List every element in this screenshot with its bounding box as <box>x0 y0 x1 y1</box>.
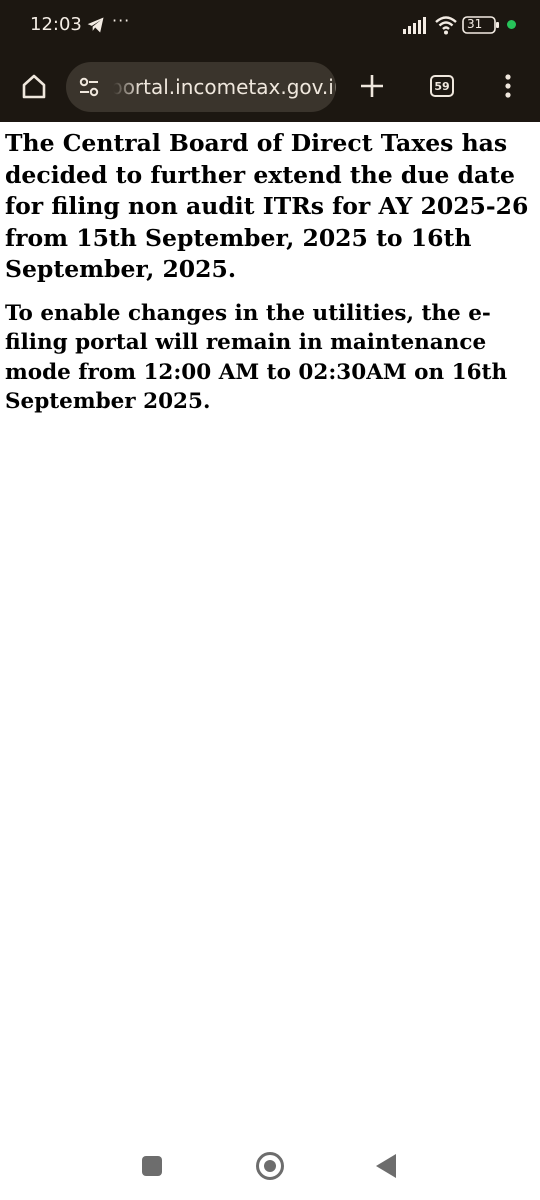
home-circle-icon <box>264 1160 276 1172</box>
url-text: portal.incometax.gov.in <box>110 75 336 99</box>
back-button[interactable] <box>376 1154 396 1178</box>
wifi-icon <box>435 16 457 35</box>
maintenance-paragraph: To enable changes in the utilities, the … <box>5 300 508 415</box>
home-icon <box>22 74 46 99</box>
home-nav-button[interactable] <box>256 1152 284 1180</box>
url-fade <box>102 62 140 112</box>
status-time: 12:03 <box>30 14 82 35</box>
new-tab-button[interactable] <box>352 66 392 106</box>
announcement-paragraph: The Central Board of Direct Taxes has de… <box>5 129 529 283</box>
telegram-icon <box>87 17 104 33</box>
more-vert-icon <box>505 74 511 98</box>
plus-icon <box>361 75 383 97</box>
status-bar: 12:03 ··· 31 <box>0 0 540 52</box>
recent-apps-button[interactable] <box>142 1156 162 1176</box>
signal-icon <box>403 17 426 34</box>
tab-switcher-button[interactable]: 59 <box>422 66 462 106</box>
address-bar[interactable]: portal.incometax.gov.in <box>66 62 336 112</box>
page-content: The Central Board of Direct Taxes has de… <box>5 128 535 430</box>
browser-toolbar: portal.incometax.gov.in 59 <box>0 52 540 122</box>
home-button[interactable] <box>14 66 54 106</box>
privacy-indicator-dot <box>507 20 516 29</box>
site-settings-icon[interactable] <box>78 77 100 97</box>
overflow-menu-button[interactable] <box>488 66 528 106</box>
more-notifications-icon: ··· <box>112 11 131 30</box>
system-navigation-bar <box>0 1130 540 1200</box>
battery-level: 31 <box>467 17 483 31</box>
tab-count: 59 <box>430 75 454 97</box>
